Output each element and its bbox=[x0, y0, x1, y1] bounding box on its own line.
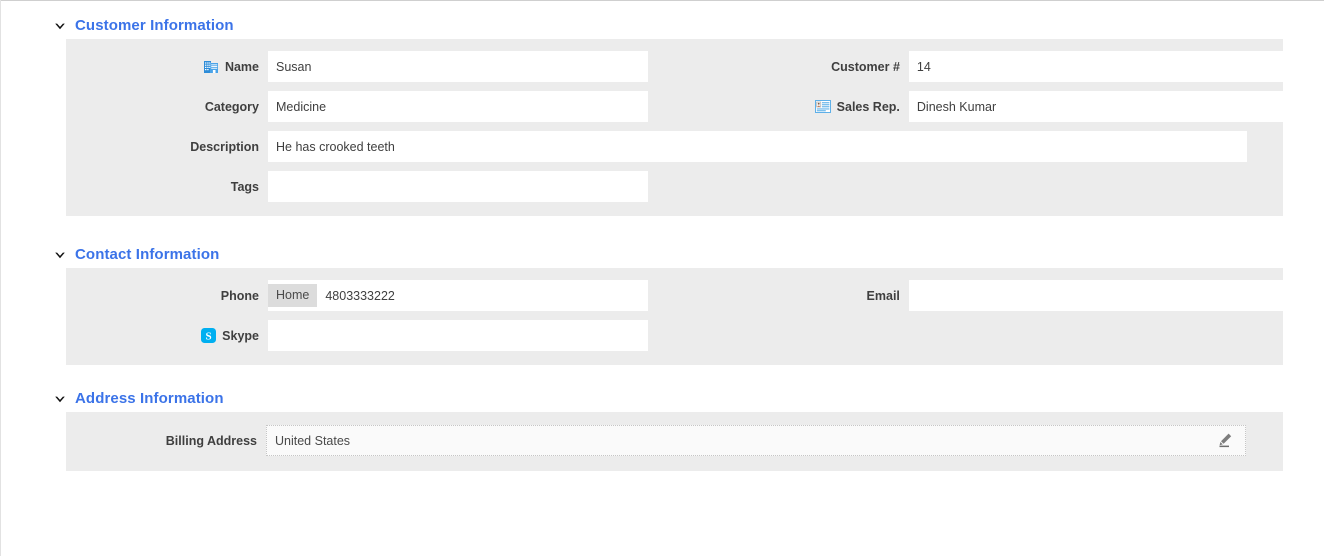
field-label-skype: S Skype bbox=[66, 320, 268, 351]
billing-address-input[interactable]: United States bbox=[266, 425, 1246, 456]
field-billing-address: Billing Address United States bbox=[66, 425, 1246, 456]
pencil-edit-icon[interactable] bbox=[1217, 432, 1234, 449]
contact-card-icon bbox=[815, 100, 831, 113]
phone-input[interactable]: Home 4803333222 bbox=[268, 280, 648, 311]
field-label-text: Customer # bbox=[831, 60, 900, 74]
phone-number-value: 4803333222 bbox=[325, 289, 395, 303]
form-row-name-customer-number: Name Susan Customer # 14 bbox=[66, 51, 1283, 82]
field-label-email: Email bbox=[712, 280, 909, 311]
field-label-text: Name bbox=[225, 60, 259, 74]
section-header-address-information[interactable]: Address Information bbox=[0, 386, 1324, 412]
field-label-text: Description bbox=[190, 140, 259, 154]
form-row-description: Description He has crooked teeth bbox=[66, 131, 1283, 162]
field-label-text: Skype bbox=[222, 329, 259, 343]
form-row-phone-email: Phone Home 4803333222 Email bbox=[66, 280, 1283, 311]
field-sales-rep: Sales Rep. Dinesh Kumar bbox=[712, 91, 1283, 122]
form-row-category-sales-rep: Category Medicine bbox=[66, 91, 1283, 122]
field-label-tags: Tags bbox=[66, 171, 268, 202]
svg-text:S: S bbox=[206, 330, 212, 342]
form-row-skype: S Skype bbox=[66, 320, 1283, 351]
field-skype: S Skype bbox=[66, 320, 712, 351]
customer-detail-form: Customer Information bbox=[0, 0, 1324, 471]
field-label-category: Category bbox=[66, 91, 268, 122]
field-label-billing-address: Billing Address bbox=[66, 425, 266, 456]
description-input[interactable]: He has crooked teeth bbox=[268, 131, 1247, 162]
field-name: Name Susan bbox=[66, 51, 712, 82]
panel-address-information: Billing Address United States bbox=[66, 412, 1283, 471]
field-phone: Phone Home 4803333222 bbox=[66, 280, 712, 311]
category-input[interactable]: Medicine bbox=[268, 91, 648, 122]
field-email: Email bbox=[712, 280, 1283, 311]
sales-rep-input[interactable]: Dinesh Kumar bbox=[909, 91, 1283, 122]
chevron-down-icon[interactable] bbox=[52, 247, 68, 263]
chevron-down-icon[interactable] bbox=[52, 391, 68, 407]
field-label-text: Phone bbox=[221, 289, 259, 303]
form-row-billing-address: Billing Address United States bbox=[66, 425, 1283, 456]
form-row-tags: Tags bbox=[66, 171, 1283, 202]
name-input[interactable]: Susan bbox=[268, 51, 648, 82]
field-label-text: Email bbox=[867, 289, 900, 303]
field-label-text: Tags bbox=[231, 180, 259, 194]
panel-customer-information: Name Susan Customer # 14 Category Medici… bbox=[66, 39, 1283, 216]
company-building-icon bbox=[204, 60, 219, 74]
section-title: Address Information bbox=[75, 391, 224, 407]
phone-type-badge[interactable]: Home bbox=[268, 284, 317, 307]
email-input[interactable] bbox=[909, 280, 1283, 311]
field-label-description: Description bbox=[66, 131, 268, 162]
field-label-phone: Phone bbox=[66, 280, 268, 311]
skype-icon: S bbox=[201, 328, 216, 343]
section-title: Contact Information bbox=[75, 247, 219, 263]
customer-number-input[interactable]: 14 bbox=[909, 51, 1283, 82]
field-category: Category Medicine bbox=[66, 91, 712, 122]
field-tags: Tags bbox=[66, 171, 712, 202]
billing-address-value: United States bbox=[275, 434, 350, 448]
section-title: Customer Information bbox=[75, 18, 234, 34]
chevron-down-icon[interactable] bbox=[52, 18, 68, 34]
field-label-sales-rep: Sales Rep. bbox=[712, 91, 909, 122]
section-header-customer-information[interactable]: Customer Information bbox=[0, 13, 1324, 39]
tags-input[interactable] bbox=[268, 171, 648, 202]
field-label-text: Category bbox=[205, 100, 259, 114]
field-label-text: Billing Address bbox=[166, 434, 257, 448]
skype-input[interactable] bbox=[268, 320, 648, 351]
field-label-customer-number: Customer # bbox=[712, 51, 909, 82]
field-description: Description He has crooked teeth bbox=[66, 131, 1247, 162]
section-header-contact-information[interactable]: Contact Information bbox=[0, 242, 1324, 268]
panel-contact-information: Phone Home 4803333222 Email bbox=[66, 268, 1283, 365]
field-label-text: Sales Rep. bbox=[837, 100, 900, 114]
field-label-name: Name bbox=[66, 51, 268, 82]
field-customer-number: Customer # 14 bbox=[712, 51, 1283, 82]
